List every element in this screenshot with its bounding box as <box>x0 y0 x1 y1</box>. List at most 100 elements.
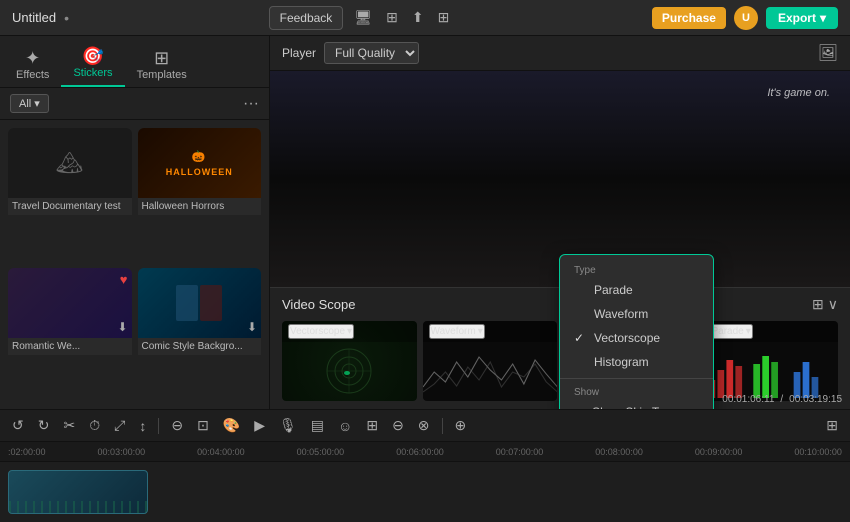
dd-check-vectorscope: ✓ <box>574 331 586 345</box>
color-button[interactable]: 🎨 <box>219 415 244 436</box>
media-item-travel[interactable]: 🏔 Travel Documentary test <box>8 128 132 262</box>
media-thumb-travel: 🏔 <box>8 128 132 198</box>
download-icon: ⬇ <box>117 320 127 334</box>
track-clip[interactable] <box>8 470 148 514</box>
timeline-tracks <box>0 462 850 522</box>
grid-view-button[interactable]: ⊞ <box>822 415 842 436</box>
nav-item-stickers[interactable]: 🎯 Stickers <box>61 41 124 87</box>
upload-icon[interactable]: ⬆ <box>409 6 427 29</box>
dd-check-parade <box>574 283 586 297</box>
vectorscope-header: Vectorscope ▾ <box>282 321 417 342</box>
time-total: 00:03:19:15 <box>789 394 842 405</box>
media-grid: 🏔 Travel Documentary test 🎃 HALLOWEEN Ha… <box>0 120 269 409</box>
mic-button[interactable]: 🎙 <box>275 415 301 436</box>
feedback-button[interactable]: Feedback <box>269 6 344 30</box>
toolbar-separator-2 <box>442 418 443 434</box>
left-toolbar: All ▾ ··· <box>0 88 269 120</box>
media-item-romantic[interactable]: ♥ ⬇ Romantic We... <box>8 268 132 402</box>
time-separator: / <box>780 394 783 405</box>
dd-item-waveform[interactable]: Waveform <box>560 302 713 326</box>
face-button[interactable]: ☺ <box>334 416 356 436</box>
stabilize-button[interactable]: ⊞ <box>362 415 382 436</box>
media-thumb-romantic: ♥ ⬇ <box>8 268 132 338</box>
top-bar: Untitled • Feedback 🖥 ⊞ ⬆ ⊞ Purchase U E… <box>0 0 850 36</box>
parade-content <box>704 342 839 400</box>
dd-check-waveform <box>574 307 586 321</box>
ruler-mark: 00:03:00:00 <box>98 447 146 457</box>
scope-title: Video Scope <box>282 297 356 312</box>
purchase-button[interactable]: Purchase <box>652 7 726 29</box>
download-icon-comic: ⬇ <box>247 320 257 334</box>
scope-widget-parade: Parade ▾ <box>704 321 839 401</box>
vectorscope-dropdown-menu: Type Parade Waveform ✓ Vectorscope Histo… <box>559 254 714 409</box>
vectorscope-dropdown[interactable]: Vectorscope ▾ <box>288 324 354 339</box>
scope-grid-button[interactable]: ⊞ <box>812 296 824 313</box>
ruler-mark: 00:05:00:00 <box>297 447 345 457</box>
dd-item-skin-tone[interactable]: ✓ Show Skin Tone Indicator <box>560 400 713 409</box>
vectorscope-visual <box>319 344 379 399</box>
media-item-comic[interactable]: ⬇ Comic Style Backgro... <box>138 268 262 402</box>
stickers-icon: 🎯 <box>82 47 104 65</box>
left-nav: ✦ Effects 🎯 Stickers ⊞ Templates <box>0 36 269 88</box>
redo-button[interactable]: ↻ <box>34 415 54 436</box>
scope-time: 00:01:06:11 / 00:03:19:15 <box>722 394 842 405</box>
preview-text: It's game on. <box>767 87 830 99</box>
camera-icon[interactable]: ⊞ <box>383 6 401 29</box>
monitor-icon[interactable]: 🖥 <box>351 6 375 29</box>
chevron-down-icon: ▾ <box>478 326 483 337</box>
transform-button[interactable]: ↕ <box>135 416 150 436</box>
media-label-halloween: Halloween Horrors <box>138 198 262 215</box>
top-bar-left: Untitled • <box>12 10 69 26</box>
dd-item-vectorscope[interactable]: ✓ Vectorscope <box>560 326 713 350</box>
nav-item-effects[interactable]: ✦ Effects <box>4 43 61 87</box>
timer-button[interactable]: ⏱ <box>85 415 104 436</box>
connect-button[interactable]: ⊗ <box>414 415 434 436</box>
top-bar-center: Feedback 🖥 ⊞ ⬆ ⊞ <box>269 6 453 30</box>
undo-button[interactable]: ↺ <box>8 415 28 436</box>
vectorscope-content <box>282 342 417 400</box>
chevron-down-icon: ▾ <box>820 11 826 25</box>
templates-icon: ⊞ <box>154 49 169 67</box>
effects-icon: ✦ <box>25 49 40 67</box>
captions-button[interactable]: ▤ <box>307 415 328 436</box>
comic-visual <box>174 283 224 323</box>
split-button[interactable]: ✂ <box>59 415 79 436</box>
parade-header: Parade ▾ <box>704 321 839 342</box>
ruler-mark: 00:07:00:00 <box>496 447 544 457</box>
zoom-minus-button[interactable]: ⊖ <box>167 415 187 436</box>
fit-button[interactable]: ⤢ <box>110 415 129 436</box>
media-thumb-comic: ⬇ <box>138 268 262 338</box>
scope-widget-waveform: Waveform ▾ <box>423 321 558 401</box>
dd-check-histogram <box>574 355 586 369</box>
timeline-area: ↺ ↻ ✂ ⏱ ⤢ ↕ ⊖ ⊡ 🎨 ▶ 🎙 ▤ ☺ ⊞ ⊖ ⊗ ⊕ ⊞ :02:… <box>0 409 850 522</box>
speed-button[interactable]: ▶ <box>250 415 269 436</box>
main-area: ✦ Effects 🎯 Stickers ⊞ Templates All ▾ ·… <box>0 36 850 409</box>
dd-item-parade[interactable]: Parade <box>560 278 713 302</box>
scope-expand-button[interactable]: ∨ <box>828 296 838 313</box>
parade-visual <box>704 342 839 400</box>
waveform-dropdown[interactable]: Waveform ▾ <box>429 324 485 339</box>
quality-select[interactable]: Full Quality <box>324 42 419 64</box>
dd-divider <box>560 378 713 379</box>
export-button[interactable]: Export ▾ <box>766 7 838 29</box>
image-adjust-icon[interactable]: 🖼 <box>818 43 838 63</box>
media-item-halloween[interactable]: 🎃 HALLOWEEN Halloween Horrors <box>138 128 262 262</box>
dd-item-histogram[interactable]: Histogram <box>560 350 713 374</box>
waveform-header: Waveform ▾ <box>423 321 558 342</box>
media-label-romantic: Romantic We... <box>8 338 132 355</box>
nav-item-templates[interactable]: ⊞ Templates <box>125 43 199 87</box>
parade-dropdown[interactable]: Parade ▾ <box>710 324 753 339</box>
player-bar: Player Full Quality 🖼 <box>270 36 850 71</box>
grid-icon[interactable]: ⊞ <box>435 6 453 29</box>
minus-button[interactable]: ⊖ <box>388 415 408 436</box>
ruler-mark: 00:04:00:00 <box>197 447 245 457</box>
add-button[interactable]: ⊕ <box>451 415 471 436</box>
timeline-ruler: :02:00:00 00:03:00:00 00:04:00:00 00:05:… <box>0 442 850 462</box>
dd-show-section: Show <box>560 383 713 400</box>
filter-all-button[interactable]: All ▾ <box>10 94 49 113</box>
more-options-button[interactable]: ··· <box>243 95 259 113</box>
avatar: U <box>734 6 758 30</box>
crop-button[interactable]: ⊡ <box>193 415 213 436</box>
ruler-mark: 00:09:00:00 <box>695 447 743 457</box>
player-label: Player <box>282 46 316 60</box>
